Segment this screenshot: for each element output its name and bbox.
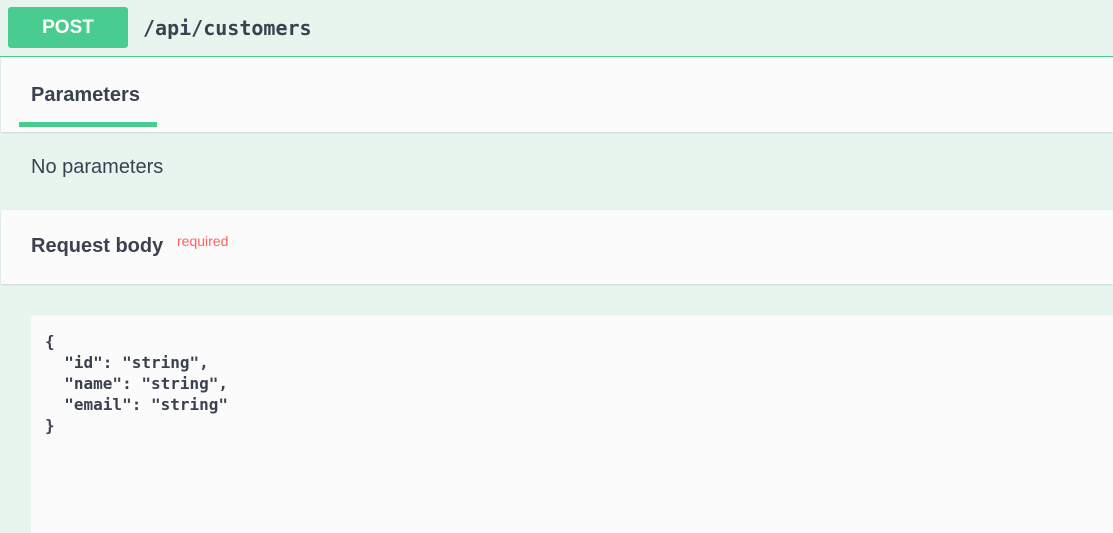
tab-parameters-label: Parameters bbox=[31, 84, 140, 106]
request-body-title: Request body bbox=[31, 235, 164, 257]
tab-parameters[interactable]: Parameters bbox=[19, 57, 157, 132]
no-parameters-text: No parameters bbox=[31, 156, 164, 178]
parameters-tab-header: Parameters bbox=[1, 57, 1113, 132]
endpoint-path: /api/customers bbox=[143, 16, 312, 40]
required-badge: required bbox=[177, 233, 229, 249]
method-badge[interactable]: POST bbox=[8, 7, 128, 48]
request-body-example[interactable]: { "id": "string", "name": "string", "ema… bbox=[45, 331, 228, 436]
operation-summary[interactable]: POST /api/customers bbox=[0, 0, 1113, 57]
request-body-editor[interactable]: { "id": "string", "name": "string", "ema… bbox=[31, 315, 1113, 533]
request-body-header: Request body required bbox=[1, 210, 1113, 284]
active-tab-indicator bbox=[19, 122, 157, 127]
